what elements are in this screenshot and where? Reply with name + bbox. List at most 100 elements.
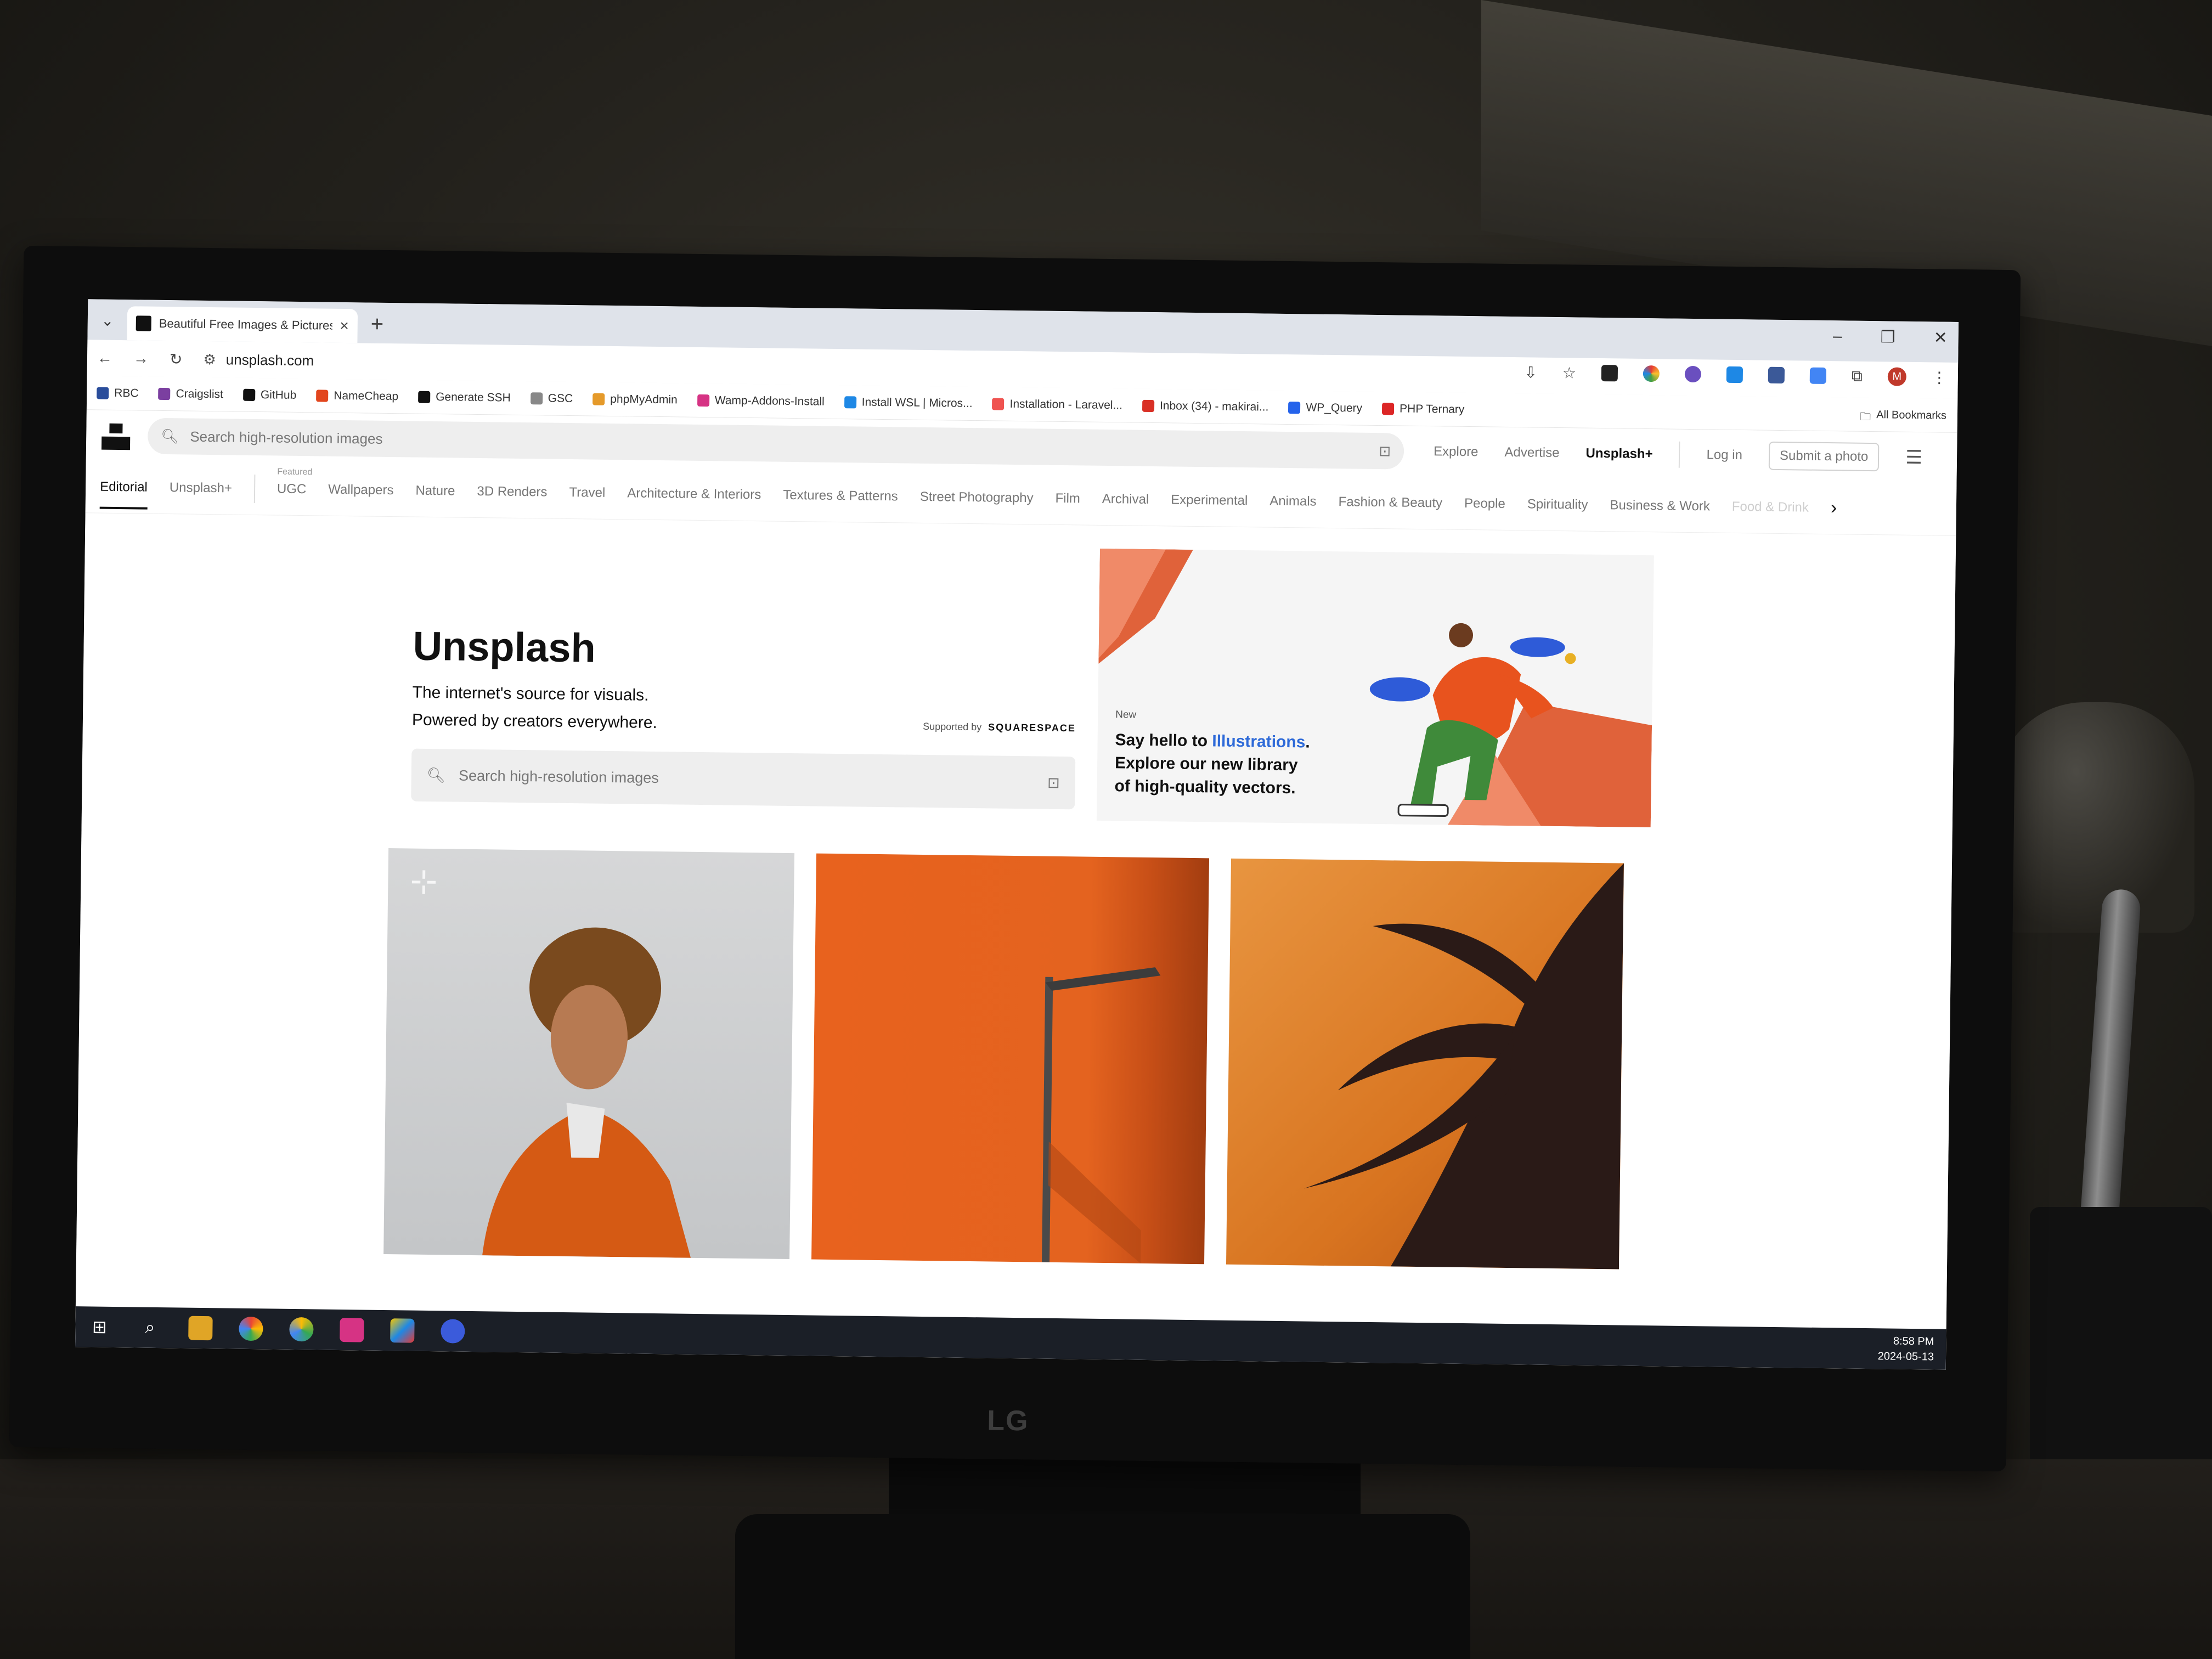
bookmark-item[interactable]: Craigslist — [158, 387, 223, 400]
header-search-bar[interactable]: 🔍︎ Search high-resolution images ⊡ — [147, 417, 1404, 470]
bookmark-label: WP_Query — [1306, 400, 1363, 415]
bookmark-item[interactable]: Installation - Laravel... — [992, 397, 1122, 412]
taskbar-clock[interactable]: 8:58 PM 2024-05-13 — [1878, 1333, 1934, 1364]
tab-ugc[interactable]: Featured UGC — [277, 467, 313, 497]
bookmark-item[interactable]: WP_Query — [1288, 401, 1362, 415]
extension-icon[interactable] — [1768, 366, 1785, 384]
bookmark-item[interactable]: Install WSL | Micros... — [844, 396, 973, 410]
illustrations-promo[interactable]: New Say hello to Illustrations. Explore … — [1096, 548, 1654, 828]
tab-editorial[interactable]: Editorial — [99, 479, 148, 510]
bookmark-item[interactable]: PHP Ternary — [1381, 402, 1465, 416]
category-tab[interactable]: Architecture & Interiors — [627, 486, 761, 503]
bookmark-favicon-icon — [992, 397, 1005, 410]
vpn-icon[interactable] — [441, 1319, 465, 1344]
extension-icon[interactable] — [1809, 367, 1827, 385]
new-tab-button[interactable]: + — [371, 312, 384, 337]
illustration-graphic — [1369, 623, 1652, 828]
category-tab[interactable]: Fashion & Beauty — [1338, 494, 1442, 511]
category-tab[interactable]: Film — [1055, 490, 1080, 506]
url-field[interactable]: ⚙ unsplash.com — [203, 351, 314, 369]
visual-search-icon[interactable]: ⊡ — [1379, 443, 1391, 460]
app-icon[interactable] — [390, 1318, 415, 1343]
bookmark-label: Install WSL | Micros... — [861, 396, 973, 410]
bookmark-favicon-icon — [242, 388, 256, 401]
hero-search-bar[interactable]: 🔍︎ Search high-resolution images ⊡ — [411, 748, 1076, 810]
all-bookmarks-button[interactable]: 🗀 All Bookmarks — [1860, 409, 1946, 428]
bookmark-item[interactable]: GitHub — [242, 388, 296, 402]
chevron-right-icon[interactable]: › — [1831, 497, 1837, 518]
category-tab[interactable]: Wallpapers — [328, 482, 393, 498]
bookmark-favicon-icon — [592, 393, 605, 405]
bookmark-item[interactable]: GSC — [530, 392, 573, 405]
bookmark-favicon-icon — [697, 394, 709, 407]
bookmark-item[interactable]: Wamp-Addons-Install — [697, 393, 825, 408]
unsplash-logo-icon[interactable] — [100, 420, 132, 452]
bookmark-item[interactable]: Inbox (34) - makirai... — [1142, 399, 1269, 414]
bookmark-item[interactable]: phpMyAdmin — [592, 392, 678, 407]
chrome-canary-icon[interactable] — [289, 1317, 314, 1342]
hamburger-menu-icon[interactable]: ☰ — [1905, 447, 1922, 469]
tab-food-drink[interactable]: Food & Drink — [1732, 499, 1809, 515]
color-picker-extension-icon[interactable] — [1643, 365, 1660, 382]
submit-photo-button[interactable]: Submit a photo — [1768, 441, 1880, 472]
bookmark-item[interactable]: RBC — [97, 386, 139, 400]
restore-icon[interactable]: ❐ — [1880, 328, 1895, 347]
tab-search-button[interactable]: ⌄ — [93, 306, 122, 335]
bookmark-favicon-icon — [418, 391, 431, 403]
category-tab[interactable]: Travel — [569, 485, 605, 501]
windows-start-icon[interactable]: ⊞ — [87, 1314, 112, 1339]
category-tab[interactable]: Experimental — [1171, 492, 1248, 509]
category-tab[interactable]: Street Photography — [920, 489, 1034, 506]
reload-icon[interactable]: ↻ — [170, 350, 183, 368]
category-tab[interactable]: Animals — [1269, 493, 1317, 509]
category-tab[interactable]: People — [1464, 495, 1505, 511]
bookmark-label: phpMyAdmin — [610, 392, 678, 406]
file-explorer-icon[interactable] — [188, 1316, 213, 1341]
wamp-icon[interactable] — [340, 1318, 364, 1342]
illustrations-link[interactable]: Illustrations — [1212, 732, 1305, 751]
category-tab[interactable]: 3D Renders — [477, 483, 547, 500]
forward-icon[interactable]: → — [133, 349, 149, 367]
advertise-link[interactable]: Advertise — [1504, 445, 1559, 461]
chrome-icon[interactable] — [239, 1316, 263, 1341]
clock-date: 2024-05-13 — [1877, 1350, 1934, 1363]
site-info-icon[interactable]: ⚙ — [203, 351, 216, 368]
extensions-puzzle-icon[interactable]: ⧉ — [1852, 367, 1863, 385]
search-icon[interactable]: ⌕ — [138, 1316, 162, 1340]
explore-link[interactable]: Explore — [1434, 444, 1479, 460]
search-icon: 🔍︎ — [161, 427, 179, 444]
category-tab[interactable]: Spirituality — [1527, 496, 1588, 512]
category-tab[interactable]: Archival — [1102, 491, 1149, 507]
sponsor-credit[interactable]: Supported by SQUARESPACE — [923, 721, 1076, 734]
extension-icon[interactable] — [1684, 365, 1702, 383]
all-bookmarks-label: All Bookmarks — [1876, 409, 1947, 422]
photo-palm-tree[interactable] — [1226, 858, 1624, 1269]
browser-menu-icon[interactable]: ⋮ — [1932, 368, 1947, 386]
minimize-icon[interactable]: – — [1833, 327, 1842, 346]
extension-icon[interactable] — [1601, 364, 1618, 382]
profile-avatar[interactable]: M — [1887, 367, 1907, 386]
bookmark-star-icon[interactable]: ☆ — [1562, 364, 1577, 382]
category-tab[interactable]: Business & Work — [1610, 498, 1710, 514]
unsplash-plus-link[interactable]: Unsplash+ — [1585, 446, 1652, 462]
divider — [1679, 441, 1680, 468]
bookmark-favicon-icon — [1381, 402, 1395, 415]
monitor-stand-base — [735, 1514, 1470, 1659]
close-window-icon[interactable]: ✕ — [1933, 328, 1948, 347]
photo-portrait[interactable]: ⊹ — [383, 848, 795, 1260]
tab-unsplash-plus[interactable]: Unsplash+ — [170, 480, 232, 496]
bookmark-item[interactable]: Generate SSH — [418, 390, 511, 404]
category-tab[interactable]: Nature — [415, 483, 455, 499]
login-link[interactable]: Log in — [1706, 447, 1742, 463]
extension-icon[interactable] — [1726, 366, 1743, 383]
close-tab-icon[interactable]: × — [340, 317, 349, 335]
visual-search-icon[interactable]: ⊡ — [1047, 774, 1060, 791]
bookmark-item[interactable]: NameCheap — [316, 389, 398, 403]
back-icon[interactable]: ← — [97, 349, 112, 366]
category-tab[interactable]: Textures & Patterns — [783, 487, 898, 504]
install-app-icon[interactable]: ⇩ — [1524, 363, 1537, 381]
photo-orange-lamp[interactable] — [811, 853, 1210, 1265]
tab-active[interactable]: Beautiful Free Images & Pictures × — [127, 306, 358, 343]
hero-section: Unsplash The internet's source for visua… — [411, 540, 1654, 830]
bookmark-favicon-icon — [1142, 399, 1155, 412]
